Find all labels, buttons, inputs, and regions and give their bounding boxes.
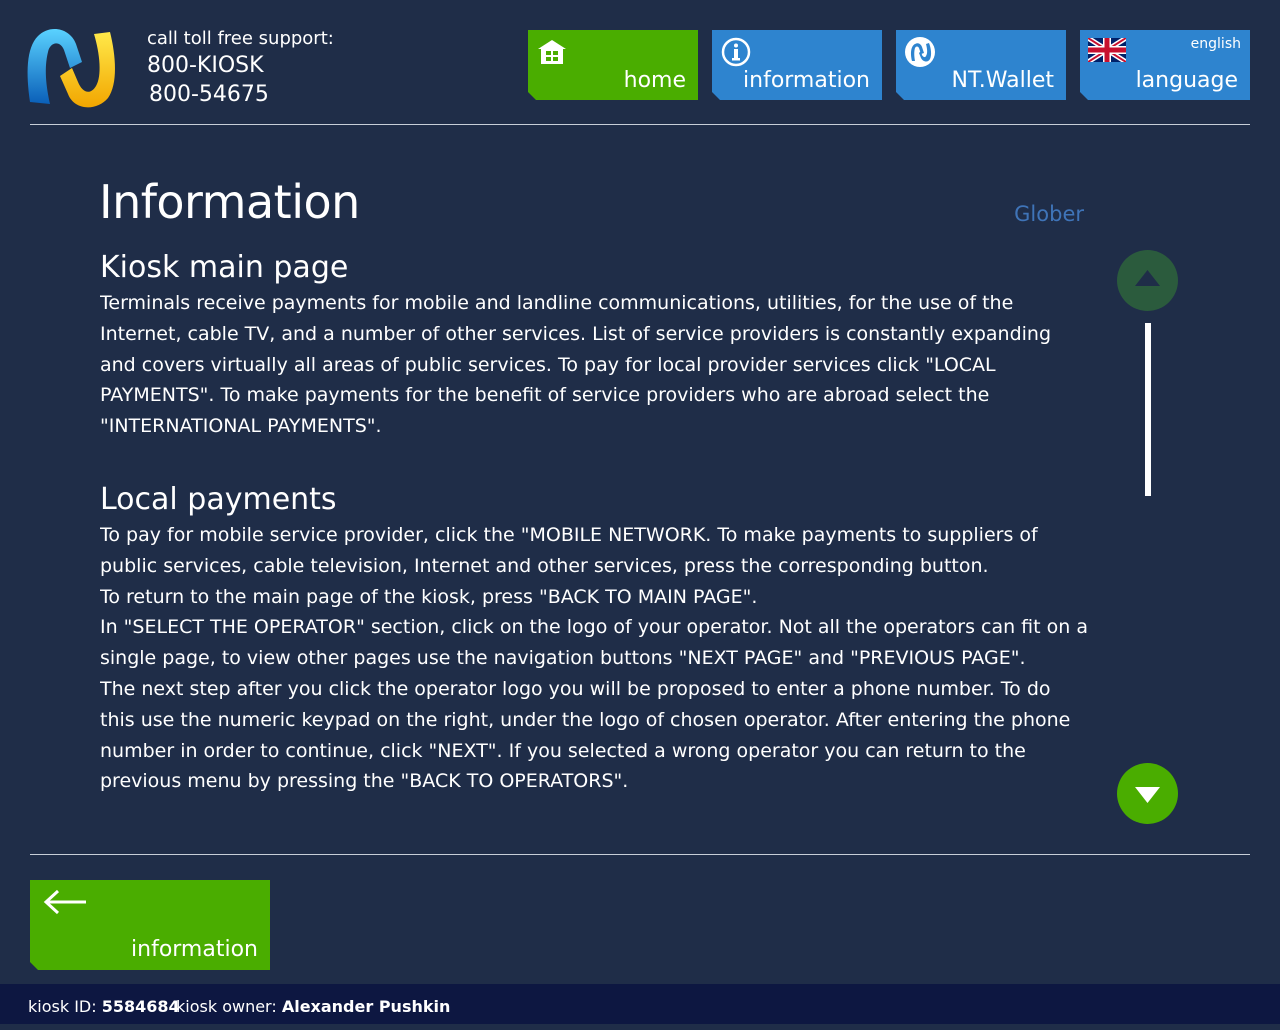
- support-phone-1: 800-KIOSK: [147, 53, 264, 78]
- current-language: english: [1190, 36, 1241, 52]
- nt-wallet-label: NT.Wallet: [951, 68, 1054, 93]
- section-heading: Local payments: [100, 481, 337, 517]
- support-label: call toll free support:: [147, 28, 334, 49]
- info-content[interactable]: Kiosk main page Terminals receive paymen…: [100, 248, 1090, 818]
- info-icon: [720, 36, 752, 68]
- uk-flag-icon: [1088, 38, 1126, 62]
- section-heading: Kiosk main page: [100, 250, 349, 285]
- section-paragraph: The next step after you click the operat…: [100, 677, 1071, 793]
- scroll-down-button[interactable]: [1117, 763, 1178, 824]
- triangle-down-icon: [1135, 787, 1160, 803]
- header-divider: [30, 124, 1250, 125]
- section-paragraph: In "SELECT THE OPERATOR" section, click …: [100, 616, 1088, 670]
- section-local-payments: Local payments To pay for mobile service…: [100, 480, 1090, 797]
- support-info: call toll free support: 800-KIOSK 800-54…: [147, 27, 407, 109]
- brand-label: Glober: [1014, 202, 1084, 226]
- scroll-up-button[interactable]: [1117, 250, 1178, 311]
- back-button-label: information: [131, 937, 258, 962]
- kiosk-owner-value: Alexander Pushkin: [281, 997, 451, 1016]
- nt-wallet-icon: [904, 36, 936, 68]
- back-button[interactable]: information: [30, 880, 270, 970]
- language-label: language: [1135, 68, 1238, 93]
- scrollbar-thumb[interactable]: [1145, 323, 1151, 496]
- home-label: home: [623, 68, 686, 93]
- kiosk-logo: [24, 24, 118, 112]
- home-button[interactable]: home: [528, 30, 698, 100]
- information-label: information: [743, 68, 870, 93]
- content-divider: [30, 854, 1250, 855]
- section-paragraph: Terminals receive payments for mobile an…: [100, 292, 1052, 438]
- house-icon: [536, 36, 568, 68]
- page-title: Information: [99, 175, 360, 229]
- section-kiosk-main-page: Kiosk main page Terminals receive paymen…: [100, 248, 1090, 442]
- nt-wallet-button[interactable]: NT.Wallet: [896, 30, 1066, 100]
- kiosk-owner-label: kiosk owner:: [176, 997, 277, 1016]
- kiosk-id-value: 5584684: [101, 997, 180, 1016]
- kiosk-id-info: kiosk ID: 5584684: [28, 984, 180, 1030]
- kiosk-owner-info: kiosk owner: Alexander Pushkin: [176, 984, 450, 1030]
- footer-bar: kiosk ID: 5584684 kiosk owner: Alexander…: [0, 984, 1280, 1024]
- kiosk-id-label: kiosk ID:: [28, 997, 97, 1016]
- section-paragraph: To return to the main page of the kiosk,…: [100, 585, 758, 608]
- section-paragraph: To pay for mobile service provider, clic…: [100, 523, 1038, 577]
- triangle-up-icon: [1135, 270, 1160, 286]
- language-button[interactable]: english language: [1080, 30, 1250, 100]
- support-phone-2: 800-54675: [149, 82, 269, 107]
- arrow-left-icon: [42, 888, 90, 916]
- information-button[interactable]: information: [712, 30, 882, 100]
